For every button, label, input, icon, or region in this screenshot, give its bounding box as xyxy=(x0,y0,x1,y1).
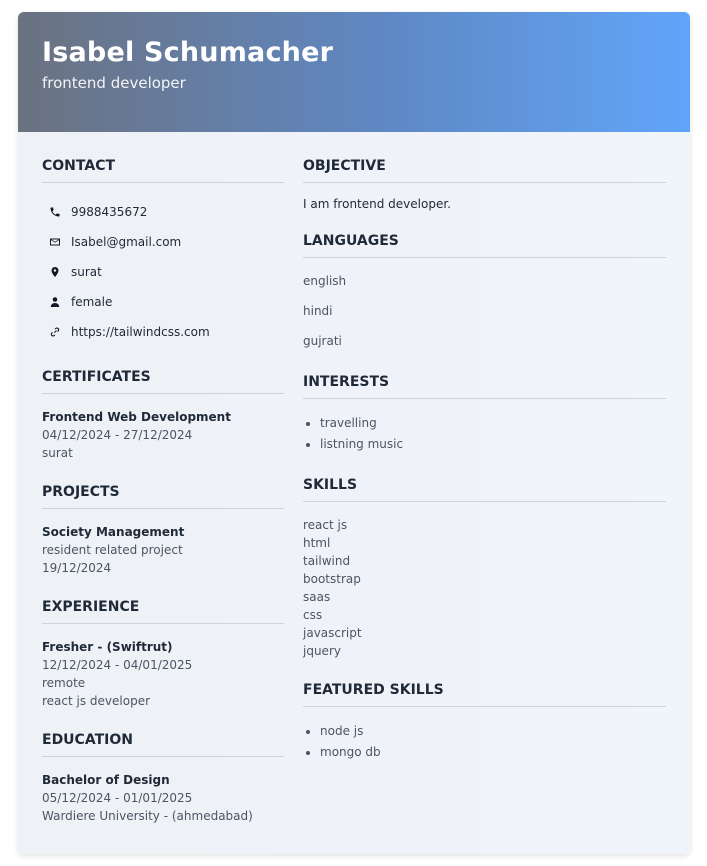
skill-item: javascript xyxy=(303,626,362,640)
featured-skills-section: FEATURED SKILLS node js mongo db xyxy=(303,682,666,763)
section-title-interests: INTERESTS xyxy=(303,374,666,399)
education-school: Wardiere University - (ahmedabad) xyxy=(42,809,253,823)
language-item: gujrati xyxy=(303,334,342,348)
contact-location: surat xyxy=(42,257,284,287)
project-description: resident related project xyxy=(42,543,183,557)
skill-item: bootstrap xyxy=(303,572,361,586)
contact-email: Isabel@gmail.com xyxy=(42,227,284,257)
objective-section: OBJECTIVE I am frontend developer. xyxy=(303,158,666,211)
education-section: EDUCATION Bachelor of Design 05/12/2024 … xyxy=(42,732,284,825)
featured-skill-item: node js xyxy=(320,721,666,742)
interest-item: listning music xyxy=(320,434,666,455)
experience-mode: remote xyxy=(42,676,86,690)
left-column: CONTACT 9988435672 Isabel@gmail.com sura… xyxy=(42,158,284,847)
project-entry: Society Management resident related proj… xyxy=(42,523,284,577)
email-text: Isabel@gmail.com xyxy=(71,235,182,249)
phone-icon xyxy=(47,206,63,218)
skill-item: react js xyxy=(303,518,348,532)
person-name: Isabel Schumacher xyxy=(42,37,334,68)
skill-item: html xyxy=(303,536,331,550)
experience-entry: Fresher - (Swiftrut) 12/12/2024 - 04/01/… xyxy=(42,638,284,710)
resume-header: Isabel Schumacher frontend developer xyxy=(18,12,690,132)
section-title-education: EDUCATION xyxy=(42,732,284,757)
person-role: frontend developer xyxy=(42,74,186,92)
section-title-contact: CONTACT xyxy=(42,158,284,183)
language-item: hindi xyxy=(303,304,333,318)
skill-item: jquery xyxy=(303,644,341,658)
section-title-skills: SKILLS xyxy=(303,477,666,502)
envelope-icon xyxy=(47,236,63,248)
skill-item: tailwind xyxy=(303,554,351,568)
education-degree: Bachelor of Design xyxy=(42,773,170,787)
section-title-objective: OBJECTIVE xyxy=(303,158,666,183)
language-item: english xyxy=(303,274,347,288)
link-icon xyxy=(47,326,63,338)
experience-section: EXPERIENCE Fresher - (Swiftrut) 12/12/20… xyxy=(42,599,284,710)
interests-section: INTERESTS travelling listning music xyxy=(303,374,666,455)
certificate-dates: 04/12/2024 - 27/12/2024 xyxy=(42,428,193,442)
skill-item: saas xyxy=(303,590,331,604)
skill-item: css xyxy=(303,608,323,622)
experience-role: Fresher - (Swiftrut) xyxy=(42,640,173,654)
certificate-place: surat xyxy=(42,446,73,460)
experience-description: react js developer xyxy=(42,694,151,708)
location-pin-icon xyxy=(47,266,63,278)
section-title-languages: LANGUAGES xyxy=(303,233,666,258)
section-title-projects: PROJECTS xyxy=(42,484,284,509)
gender-text: female xyxy=(71,295,113,309)
experience-dates: 12/12/2024 - 04/01/2025 xyxy=(42,658,193,672)
languages-section: LANGUAGES english hindi gujrati xyxy=(303,233,666,362)
projects-section: PROJECTS Society Management resident rel… xyxy=(42,484,284,577)
education-entry: Bachelor of Design 05/12/2024 - 01/01/20… xyxy=(42,771,284,825)
certificate-entry: Frontend Web Development 04/12/2024 - 27… xyxy=(42,408,284,462)
contact-gender: female xyxy=(42,287,284,317)
website-link[interactable]: https://tailwindcss.com xyxy=(71,325,210,339)
user-icon xyxy=(47,296,63,308)
objective-text: I am frontend developer. xyxy=(303,197,451,211)
education-dates: 05/12/2024 - 01/01/2025 xyxy=(42,791,193,805)
location-text: surat xyxy=(71,265,102,279)
contact-section: CONTACT 9988435672 Isabel@gmail.com sura… xyxy=(42,158,284,347)
project-date: 19/12/2024 xyxy=(42,561,112,575)
resume-card: Isabel Schumacher frontend developer CON… xyxy=(18,12,690,854)
section-title-certificates: CERTIFICATES xyxy=(42,369,284,394)
featured-skill-item: mongo db xyxy=(320,742,666,763)
contact-website: https://tailwindcss.com xyxy=(42,317,284,347)
interest-item: travelling xyxy=(320,413,666,434)
section-title-featured-skills: FEATURED SKILLS xyxy=(303,682,666,707)
phone-text: 9988435672 xyxy=(71,205,148,219)
right-column: OBJECTIVE I am frontend developer. LANGU… xyxy=(303,158,666,785)
project-name: Society Management xyxy=(42,525,185,539)
contact-phone: 9988435672 xyxy=(42,197,284,227)
section-title-experience: EXPERIENCE xyxy=(42,599,284,624)
skills-section: SKILLS react js html tailwind bootstrap … xyxy=(303,477,666,660)
certificate-name: Frontend Web Development xyxy=(42,410,231,424)
certificates-section: CERTIFICATES Frontend Web Development 04… xyxy=(42,369,284,462)
